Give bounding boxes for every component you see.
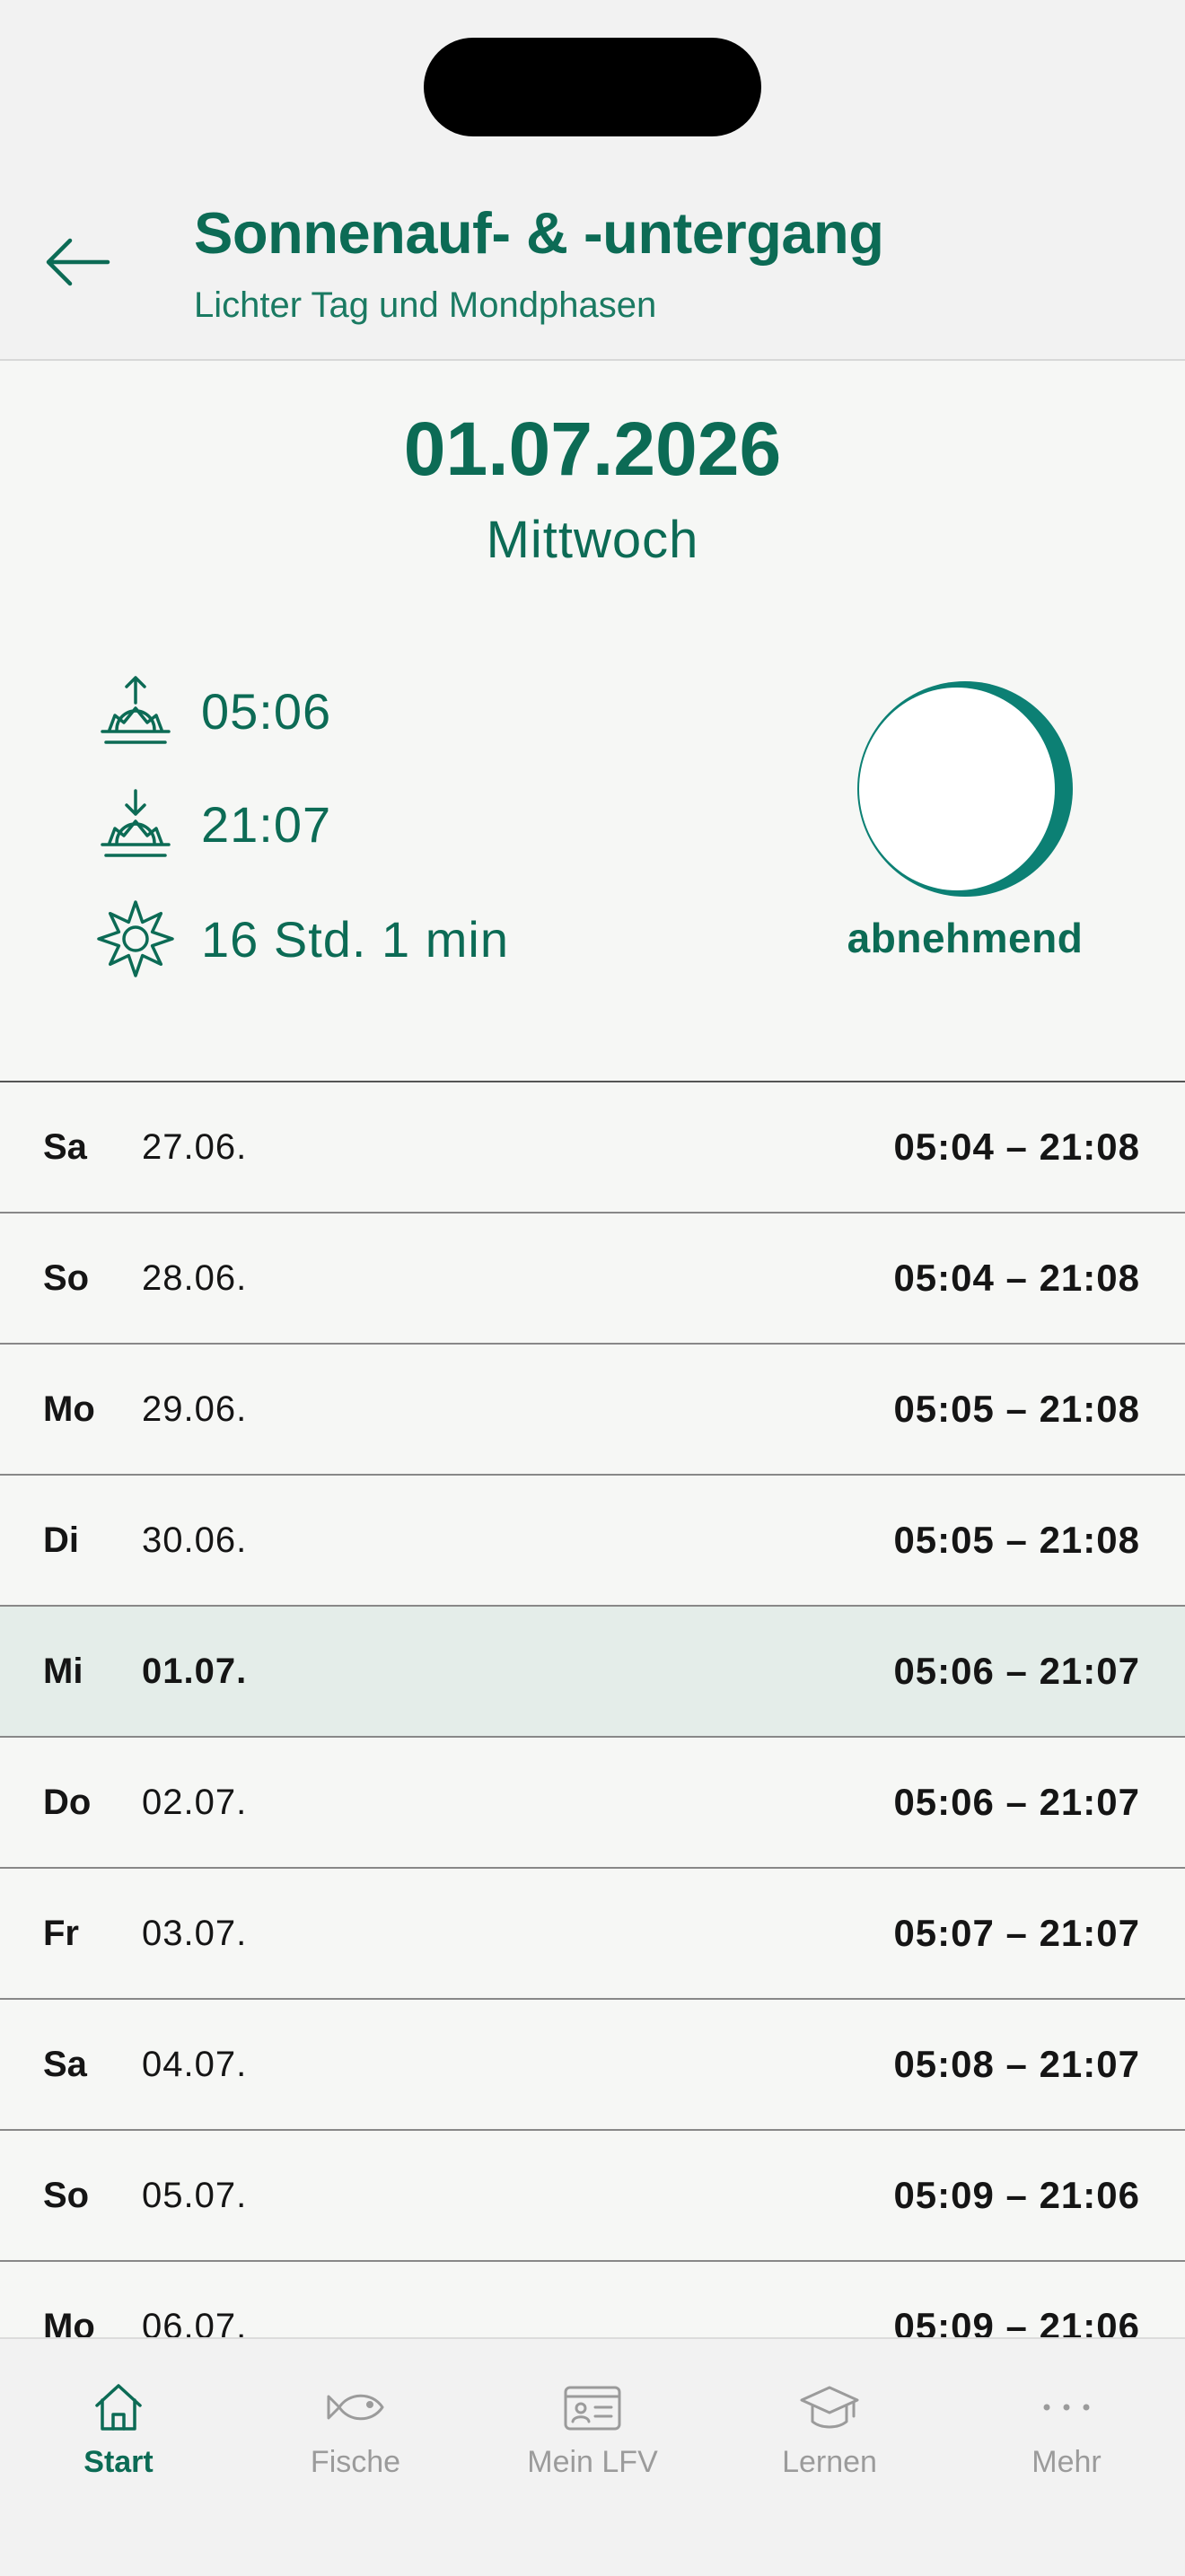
day-weekday: Di bbox=[43, 1520, 79, 1560]
tab-bar: Start Fische Mein LFV Lernen Mehr bbox=[0, 2337, 1185, 2576]
day-times: 05:06 – 21:07 bbox=[893, 1781, 1140, 1823]
sunrise-row: 05:06 bbox=[95, 668, 331, 754]
list-item[interactable]: So 28.06. 05:04 – 21:08 bbox=[0, 1214, 1185, 1345]
day-weekday: Do bbox=[43, 1783, 92, 1822]
list-item-current[interactable]: Mi 01.07. 05:06 – 21:07 bbox=[0, 1607, 1185, 1738]
daylight-row: 16 Std. 1 min bbox=[95, 896, 509, 982]
tab-start[interactable]: Start bbox=[0, 2375, 237, 2501]
sunset-row: 21:07 bbox=[95, 781, 331, 867]
day-date: 02.07. bbox=[142, 1783, 248, 1822]
day-times: 05:04 – 21:08 bbox=[893, 1257, 1140, 1299]
tab-label: Fische bbox=[310, 2445, 401, 2479]
list-item[interactable]: Mo 29.06. 05:05 – 21:08 bbox=[0, 1345, 1185, 1476]
day-date: 03.07. bbox=[142, 1914, 248, 1953]
fish-icon bbox=[327, 2394, 384, 2421]
tab-mehr[interactable]: Mehr bbox=[948, 2375, 1185, 2501]
sunrise-icon bbox=[95, 668, 176, 754]
page-title: Sonnenauf- & -untergang bbox=[194, 200, 884, 266]
day-times: 05:06 – 21:07 bbox=[893, 1650, 1140, 1692]
graduation-cap-icon bbox=[800, 2386, 859, 2429]
day-date: 04.07. bbox=[142, 2045, 248, 2084]
day-times: 05:05 – 21:08 bbox=[893, 1519, 1140, 1561]
day-times: 05:05 – 21:08 bbox=[893, 1388, 1140, 1430]
tab-lernen[interactable]: Lernen bbox=[711, 2375, 948, 2501]
day-weekday: Mi bbox=[43, 1652, 83, 1691]
list-item[interactable]: Fr 03.07. 05:07 – 21:07 bbox=[0, 1869, 1185, 2000]
day-weekday: Sa bbox=[43, 1127, 87, 1167]
sun-icon bbox=[95, 896, 176, 982]
daylight-duration: 16 Std. 1 min bbox=[201, 910, 509, 968]
status-bar-area bbox=[0, 0, 1185, 180]
sunset-icon bbox=[95, 781, 176, 867]
day-date: 29.06. bbox=[142, 1389, 248, 1429]
tab-fische[interactable]: Fische bbox=[237, 2375, 474, 2501]
day-date: 05.07. bbox=[142, 2176, 248, 2215]
day-weekday: Fr bbox=[43, 1914, 79, 1953]
tab-label: Mein LFV bbox=[527, 2445, 658, 2479]
day-date: 30.06. bbox=[142, 1520, 248, 1560]
list-item[interactable]: Do 02.07. 05:06 – 21:07 bbox=[0, 1738, 1185, 1869]
back-button[interactable] bbox=[36, 208, 118, 316]
dynamic-island bbox=[424, 38, 761, 136]
home-icon bbox=[95, 2384, 142, 2431]
day-weekday: Mo bbox=[43, 1389, 95, 1429]
day-date: 01.07. bbox=[142, 1652, 248, 1691]
day-date: 27.06. bbox=[142, 1127, 248, 1167]
day-times: 05:07 – 21:07 bbox=[893, 1912, 1140, 1954]
moon-phase-icon bbox=[857, 681, 1073, 897]
tab-label: Mehr bbox=[1031, 2445, 1102, 2479]
selected-weekday: Mittwoch bbox=[486, 511, 699, 569]
page-subtitle: Lichter Tag und Mondphasen bbox=[194, 285, 657, 325]
list-item[interactable]: Sa 04.07. 05:08 – 21:07 bbox=[0, 2000, 1185, 2131]
day-weekday: So bbox=[43, 1258, 90, 1298]
day-times: 05:04 – 21:08 bbox=[893, 1126, 1140, 1168]
sunrise-time: 05:06 bbox=[201, 682, 332, 740]
tab-label: Lernen bbox=[782, 2445, 877, 2479]
moon-phase-label: abnehmend bbox=[847, 915, 1084, 961]
day-date: 28.06. bbox=[142, 1258, 248, 1298]
day-weekday: Sa bbox=[43, 2045, 87, 2084]
day-weekday: So bbox=[43, 2176, 90, 2215]
tab-mein-lfv[interactable]: Mein LFV bbox=[474, 2375, 711, 2501]
sunset-time: 21:07 bbox=[201, 795, 332, 853]
list-item[interactable]: Di 30.06. 05:05 – 21:08 bbox=[0, 1476, 1185, 1607]
list-item[interactable]: Sa 27.06. 05:04 – 21:08 bbox=[0, 1082, 1185, 1214]
list-item[interactable]: So 05.07. 05:09 – 21:06 bbox=[0, 2131, 1185, 2262]
more-dots-icon bbox=[1043, 2404, 1090, 2411]
sun-times-list: Sa 27.06. 05:04 – 21:08 So 28.06. 05:04 … bbox=[0, 1081, 1185, 2393]
day-times: 05:08 – 21:07 bbox=[893, 2043, 1140, 2085]
day-times: 05:09 – 21:06 bbox=[893, 2174, 1140, 2216]
id-card-icon bbox=[564, 2386, 621, 2431]
tab-label: Start bbox=[83, 2445, 154, 2479]
selected-date: 01.07.2026 bbox=[403, 407, 782, 491]
arrow-left-icon bbox=[46, 238, 110, 286]
